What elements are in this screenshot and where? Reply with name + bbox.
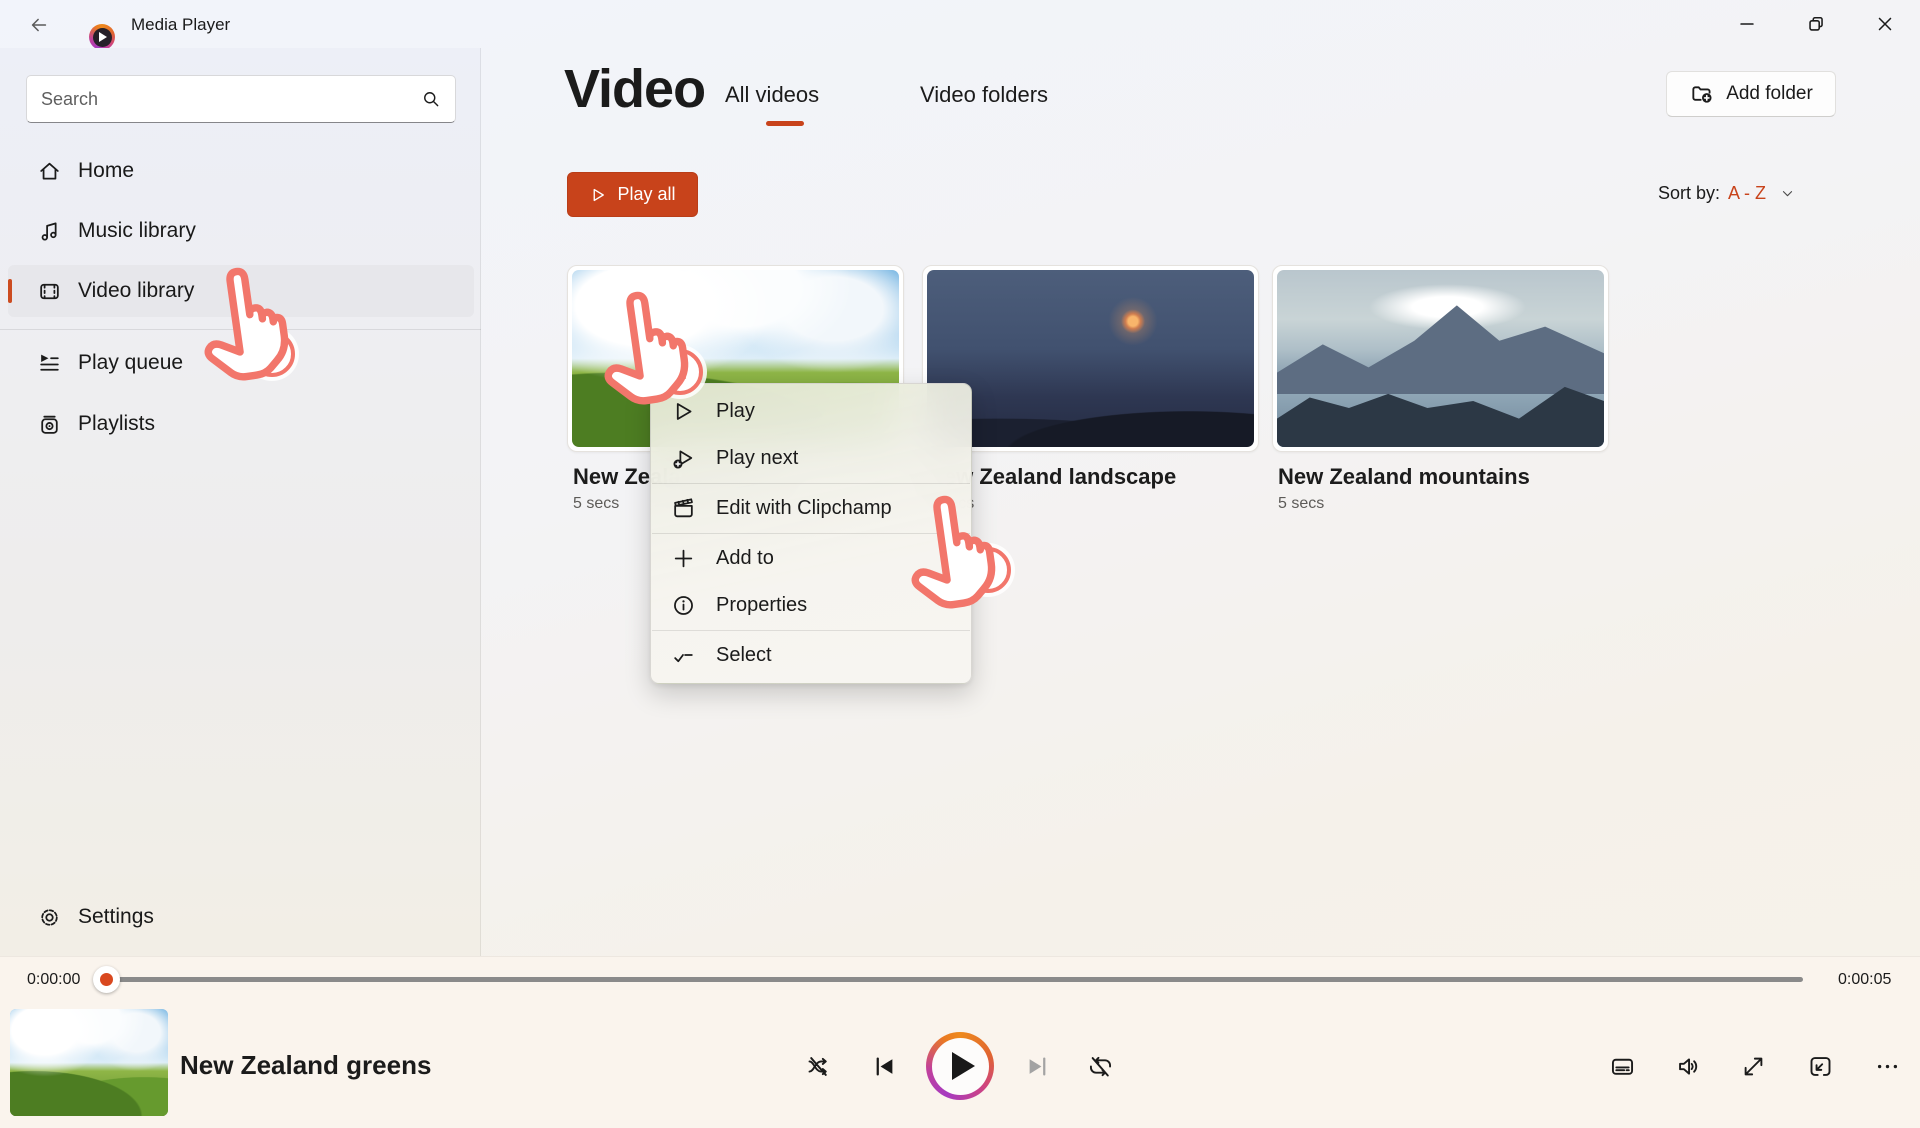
add-folder-button[interactable]: Add folder: [1666, 71, 1836, 117]
info-icon: [671, 593, 696, 618]
sort-by-dropdown[interactable]: Sort by: A - Z: [1658, 183, 1795, 204]
play-next-icon: [671, 446, 696, 471]
next-button[interactable]: [1014, 1043, 1060, 1089]
plus-icon: [671, 546, 696, 571]
add-folder-icon: [1689, 81, 1715, 107]
video-card[interactable]: New Zealand mountains 5 secs: [1272, 265, 1609, 513]
player-bar: 0:00:00 0:00:05 New Zealand greens: [0, 956, 1920, 1128]
media-player-window: Media Player Home Music l: [0, 0, 1920, 1128]
media-player-logo-icon: [89, 24, 115, 50]
seek-bar[interactable]: [117, 977, 1803, 982]
elapsed-time: 0:00:00: [27, 971, 80, 989]
annotation-step-1: 1: [196, 262, 366, 422]
sort-by-label: Sort by:: [1658, 183, 1720, 204]
close-button[interactable]: [1862, 0, 1908, 48]
page-title: Video: [564, 58, 705, 120]
gear-icon: [36, 905, 62, 930]
home-icon: [36, 159, 62, 184]
play-queue-icon: [36, 351, 62, 376]
select-check-icon: [671, 643, 696, 668]
annotation-step-3: 3: [903, 490, 1073, 650]
annotation-step-2: 2: [596, 286, 766, 446]
back-button[interactable]: [22, 13, 56, 37]
sort-value: A - Z: [1728, 183, 1766, 204]
search-input[interactable]: [27, 89, 421, 110]
sidebar: Home Music library Video library Play qu…: [0, 48, 481, 956]
tab-video-folders[interactable]: Video folders: [920, 82, 1048, 108]
play-button[interactable]: [926, 1032, 994, 1100]
search-box[interactable]: [26, 75, 456, 123]
app-title: Media Player: [131, 15, 230, 35]
sidebar-item-music-library[interactable]: Music library: [8, 205, 474, 257]
now-playing-thumbnail[interactable]: [10, 1009, 168, 1116]
fullscreen-button[interactable]: [1730, 1043, 1776, 1089]
active-tab-underline: [766, 121, 804, 126]
tab-all-videos[interactable]: All videos: [725, 82, 819, 108]
captions-button[interactable]: [1599, 1043, 1645, 1089]
repeat-off-button[interactable]: [1077, 1043, 1123, 1089]
play-all-button[interactable]: Play all: [567, 172, 698, 217]
menu-separator: [652, 483, 970, 484]
playlists-icon: [36, 412, 62, 437]
shuffle-off-button[interactable]: [795, 1043, 841, 1089]
video-card[interactable]: New Zealand landscape 5 secs: [922, 265, 1259, 513]
video-thumbnail-landscape[interactable]: [927, 270, 1254, 447]
hand-cursor-icon: [895, 484, 1006, 618]
total-time: 0:00:05: [1838, 971, 1891, 989]
previous-button[interactable]: [861, 1043, 907, 1089]
volume-button[interactable]: [1665, 1043, 1711, 1089]
film-strip-icon: [36, 279, 62, 304]
clapperboard-icon: [671, 496, 696, 521]
now-playing-title: New Zealand greens: [180, 1050, 431, 1081]
title-bar: Media Player: [0, 0, 1920, 48]
mini-player-button[interactable]: [1797, 1043, 1843, 1089]
sidebar-item-home[interactable]: Home: [8, 145, 474, 197]
restore-button[interactable]: [1793, 0, 1839, 48]
seek-thumb[interactable]: [93, 966, 120, 993]
music-note-icon: [36, 219, 62, 244]
hand-cursor-icon: [588, 280, 699, 414]
play-icon: [589, 186, 607, 204]
chevron-down-icon: [1780, 186, 1795, 201]
search-icon[interactable]: [421, 89, 441, 109]
more-options-button[interactable]: [1864, 1043, 1910, 1089]
hand-cursor-icon: [188, 256, 299, 390]
minimize-button[interactable]: [1724, 0, 1770, 48]
video-thumbnail-mountains[interactable]: [1277, 270, 1604, 447]
sidebar-item-settings[interactable]: Settings: [8, 891, 474, 943]
